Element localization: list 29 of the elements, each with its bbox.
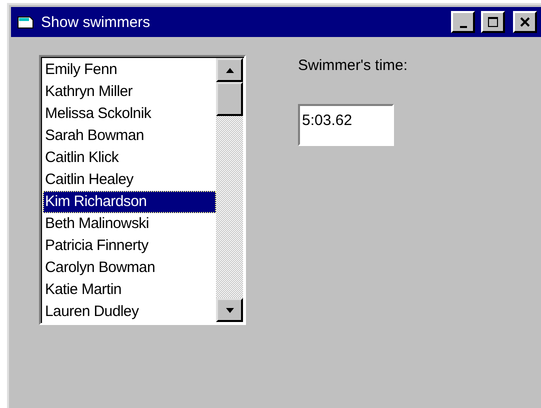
list-item[interactable]: Beth Malinowski: [43, 213, 216, 235]
swimmer-list[interactable]: Emily Fenn Kathryn Miller Melissa Sckolnik Sarah Bowman Caitlin Klick Caitlin Healey Kim Richardson Beth Malinowski Patricia Finnerty Carolyn Bowman Katie Martin Lauren Dudley: [39, 55, 246, 325]
minimize-icon: [460, 26, 466, 28]
list-item[interactable]: Kathryn Miller: [43, 81, 216, 103]
list-item[interactable]: Emily Fenn: [43, 59, 216, 81]
scrollbar[interactable]: [216, 58, 243, 322]
up-arrow-icon: [226, 68, 234, 72]
scroll-down-button[interactable]: [216, 298, 243, 322]
close-icon: [519, 16, 531, 28]
time-field[interactable]: 5:03.62: [298, 104, 394, 146]
maximize-button[interactable]: [481, 11, 505, 33]
list-item[interactable]: Patricia Finnerty: [43, 235, 216, 257]
list-item[interactable]: Katie Martin: [43, 279, 216, 301]
scroll-up-button[interactable]: [216, 58, 243, 82]
minimize-button[interactable]: [451, 11, 475, 33]
close-button[interactable]: [513, 11, 537, 33]
list-item[interactable]: Kim Richardson: [43, 191, 216, 213]
scroll-thumb[interactable]: [216, 82, 243, 116]
down-arrow-icon: [226, 308, 234, 312]
list-item[interactable]: Melissa Sckolnik: [43, 103, 216, 125]
maximize-icon: [487, 16, 499, 28]
list-item[interactable]: Caitlin Klick: [43, 147, 216, 169]
window-icon: [17, 15, 35, 29]
window-title: Show swimmers: [41, 14, 152, 30]
time-label: Swimmer's time:: [298, 57, 408, 74]
list-item[interactable]: Lauren Dudley: [43, 301, 216, 323]
list-item[interactable]: Caitlin Healey: [43, 169, 216, 191]
list-item[interactable]: Sarah Bowman: [43, 125, 216, 147]
list-item[interactable]: Carolyn Bowman: [43, 257, 216, 279]
